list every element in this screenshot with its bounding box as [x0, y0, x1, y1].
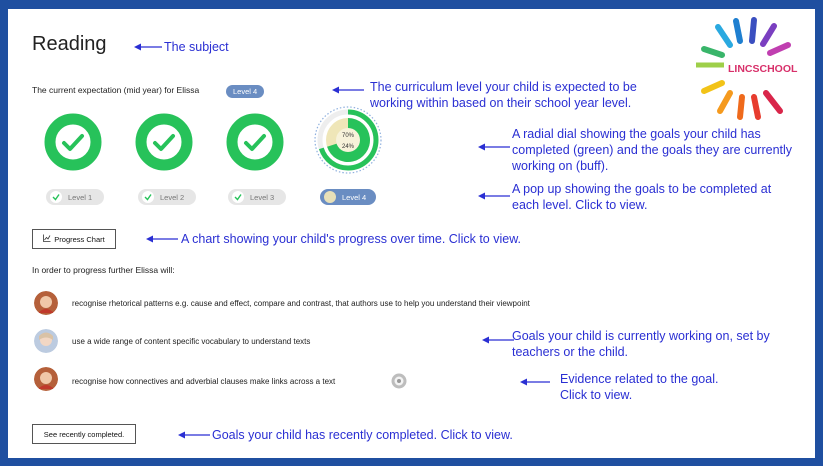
dial-annotation: A radial dial showing the goals your chi… [512, 127, 793, 173]
teacher-avatar [34, 291, 58, 315]
dial-working-label: 24% [342, 144, 355, 150]
reading-panel: Reading The subject LINCSCHOOL The curre… [8, 9, 815, 458]
progress-chart-button[interactable]: Progress Chart [32, 229, 116, 249]
see-recently-completed-button[interactable]: See recently completed. [32, 424, 136, 444]
evidence-icon[interactable] [391, 373, 407, 394]
level-2-pill[interactable]: Level 2 [138, 189, 196, 205]
arrow-icon [146, 234, 178, 244]
progress-chart-annotation: A chart showing your child's progress ov… [181, 232, 522, 246]
arrow-icon [478, 191, 510, 201]
goal-item-2: use a wide range of content specific voc… [72, 337, 311, 346]
goal-item-1: recognise rhetorical patterns e.g. cause… [72, 299, 530, 308]
teacher-avatar [34, 367, 58, 391]
check-icon [142, 191, 154, 203]
dial-completed-label: 70% [342, 133, 355, 139]
subject-title: Reading [32, 33, 107, 55]
arrow-icon [482, 335, 514, 345]
evidence-annotation: Evidence related to the goal. Click to v… [560, 372, 719, 402]
child-avatar [34, 329, 58, 353]
level-4-pill[interactable]: Level 4 [320, 189, 376, 205]
progress-intro: In order to progress further Elissa will… [32, 265, 175, 275]
arrow-icon [478, 142, 510, 152]
logo-text: LINCSCHOOL [728, 63, 798, 75]
arrow-icon [520, 377, 550, 387]
arrow-icon [134, 42, 162, 52]
levels-annotation: A pop up showing the goals to be complet… [512, 182, 772, 212]
chart-icon [43, 234, 51, 244]
check-icon [232, 191, 244, 203]
goal-item-3: recognise how connectives and adverbial … [72, 377, 336, 386]
level-3-pill[interactable]: Level 3 [228, 189, 286, 205]
recent-annotation: Goals your child has recently completed.… [212, 428, 513, 442]
level-2-complete-dial[interactable] [135, 113, 193, 176]
level-1-complete-dial[interactable] [44, 113, 102, 176]
progress-dot-icon [324, 191, 336, 203]
subject-annotation: The subject [164, 40, 229, 54]
current-level-radial-dial[interactable]: 70% 24% [313, 105, 383, 175]
level-3-complete-dial[interactable] [226, 113, 284, 176]
arrow-icon [178, 430, 210, 440]
lincschool-logo: LINCSCHOOL [692, 15, 804, 121]
arrow-icon [332, 85, 364, 95]
level-1-pill[interactable]: Level 1 [46, 189, 104, 205]
goals-annotation: Goals your child is currently working on… [512, 329, 770, 359]
expected-level-badge: Level 4 [226, 81, 265, 99]
expectation-text: The current expectation (mid year) for E… [32, 85, 200, 95]
check-icon [50, 191, 62, 203]
expectation-annotation: The curriculum level your child is expec… [370, 80, 637, 110]
